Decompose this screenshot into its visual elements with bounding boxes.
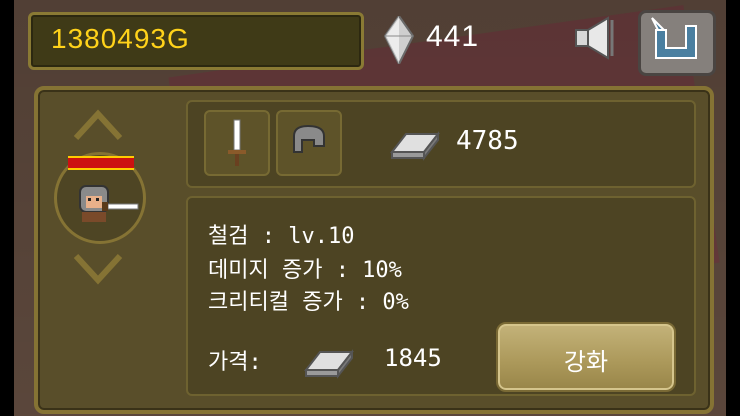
chevron-up-icon[interactable]: [72, 108, 124, 142]
armor-slot[interactable]: [276, 110, 342, 176]
game-screen: 1380493G 441 4785 철검: lv.10 데미지 증가: 10…: [14, 0, 726, 416]
crystal-icon: [384, 16, 414, 64]
helmet-icon: [293, 124, 325, 153]
upgrade-button[interactable]: 강화: [496, 322, 676, 392]
price-value: 1845: [384, 344, 442, 372]
ingot-icon: [304, 349, 354, 379]
upgrade-button-label: 강화: [563, 348, 609, 376]
gold-display: 1380493G: [28, 12, 364, 70]
weapon-slot[interactable]: [204, 110, 270, 176]
price-label: 가격:: [208, 350, 262, 375]
back-button[interactable]: [638, 10, 716, 76]
item-level-line: 철검 : lv.10: [208, 224, 355, 249]
return-arrow-icon: [651, 17, 697, 59]
critical-bonus-line: 크리티컬 증가 : 0%: [208, 290, 409, 315]
damage-bonus-line: 데미지 증가 : 10%: [208, 258, 402, 283]
ingot-count: 4785: [456, 126, 519, 156]
hp-bar: [68, 156, 134, 170]
knight-character-icon: [79, 185, 139, 222]
ingot-icon: [390, 131, 440, 161]
chevron-down-icon[interactable]: [72, 252, 124, 286]
sword-icon: [228, 119, 246, 166]
gold-amount: 1380493G: [51, 23, 190, 54]
speaker-muted-icon[interactable]: [574, 16, 624, 60]
gem-count: 441: [426, 20, 480, 53]
